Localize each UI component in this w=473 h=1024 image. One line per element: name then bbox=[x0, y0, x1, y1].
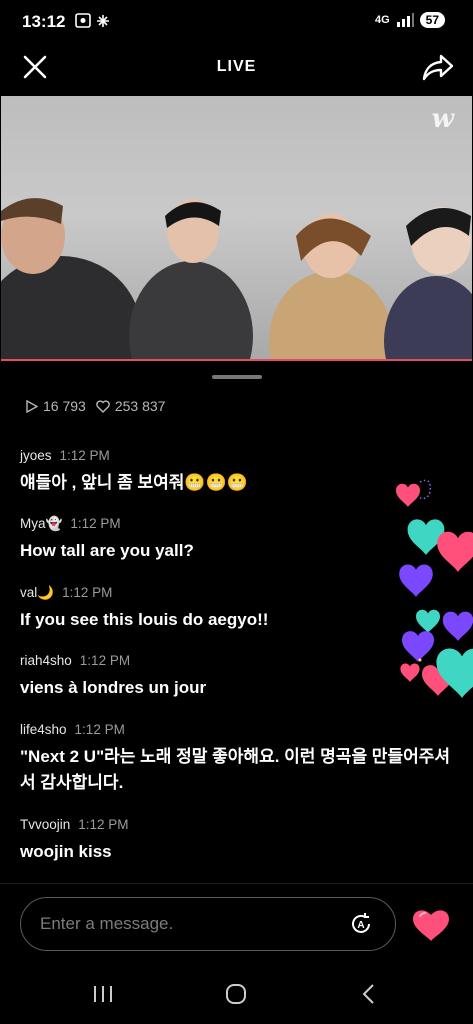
heart-icon bbox=[416, 609, 440, 633]
chat-time: 1:12 PM bbox=[70, 516, 121, 531]
recent-apps-icon[interactable] bbox=[92, 984, 114, 1004]
translate-icon[interactable]: A bbox=[349, 912, 373, 936]
plays-stat: 16 793 bbox=[26, 398, 86, 414]
floating-hearts bbox=[396, 479, 473, 698]
back-icon[interactable] bbox=[360, 983, 376, 1005]
chat-time: 1:12 PM bbox=[74, 722, 125, 737]
send-heart-button[interactable] bbox=[412, 908, 450, 942]
likes-stat: 253 837 bbox=[96, 398, 166, 414]
chat-user[interactable]: Tvvoojin bbox=[20, 817, 70, 832]
chat-user[interactable]: val🌙 bbox=[20, 585, 54, 600]
chat-message: Mya👻 1:12 PM How tall are you yall? bbox=[20, 516, 194, 564]
heart-outline-icon bbox=[96, 399, 110, 413]
chat-time: 1:12 PM bbox=[79, 653, 131, 668]
chat-message: Tvvoojin 1:12 PM woojin kiss bbox=[20, 817, 129, 865]
chat-user[interactable]: jyoes bbox=[20, 448, 52, 463]
message-input[interactable]: Enter a message. A bbox=[20, 897, 396, 951]
stats-row: 16 793 253 837 bbox=[26, 398, 165, 414]
status-time: 13:12 bbox=[22, 12, 66, 31]
chat-user[interactable]: Mya👻 bbox=[20, 516, 62, 531]
chat-text: How tall are you yall? bbox=[20, 541, 194, 560]
chat-time: 1:12 PM bbox=[59, 448, 110, 463]
svg-text:A: A bbox=[357, 920, 364, 931]
heart-icon bbox=[396, 483, 420, 507]
home-icon[interactable] bbox=[225, 983, 247, 1005]
chat-time: 1:12 PM bbox=[78, 817, 129, 832]
chat-message: val🌙 1:12 PM If you see this louis do aeg… bbox=[20, 585, 268, 633]
top-bar: LIVE bbox=[0, 44, 473, 90]
chat-message: jyoes 1:12 PM 얘들아 , 앞니 좀 보여줘😬😬😬 bbox=[20, 448, 248, 496]
heart-icon bbox=[442, 611, 473, 641]
video-frame-people bbox=[1, 198, 472, 359]
screen-record-icon bbox=[75, 13, 109, 28]
network-label: 4G bbox=[374, 14, 390, 26]
status-icons bbox=[75, 12, 113, 34]
signal-icon bbox=[396, 13, 414, 27]
heart-icon bbox=[437, 531, 473, 572]
chat-text: "Next 2 U"라는 노래 정말 좋아해요. 이런 명곡을 만들어주셔서 감… bbox=[20, 747, 451, 792]
message-placeholder: Enter a message. bbox=[40, 914, 174, 933]
system-nav-bar bbox=[0, 968, 473, 1024]
battery-level: 57 bbox=[419, 12, 445, 28]
chat-message: life4sho 1:12 PM "Next 2 U"라는 노래 정말 좋아해요.… bbox=[20, 722, 455, 796]
status-bar: 13:12 4G 57 bbox=[0, 0, 473, 44]
chat-text: If you see this louis do aegyo!! bbox=[20, 610, 269, 629]
chat-time: 1:12 PM bbox=[62, 585, 113, 600]
composer-divider bbox=[0, 883, 473, 884]
heart-icon bbox=[400, 663, 420, 682]
chat-text: woojin kiss bbox=[20, 842, 112, 861]
play-icon bbox=[26, 399, 38, 413]
drag-handle[interactable] bbox=[212, 375, 262, 379]
page-title: LIVE bbox=[216, 58, 257, 75]
chat-text: viens à londres un jour bbox=[20, 678, 207, 697]
live-video[interactable]: w bbox=[1, 96, 472, 359]
chat-message: riah4sho 1:12 PM viens à londres un jour bbox=[20, 653, 206, 701]
heart-icon bbox=[402, 631, 434, 662]
likes-count: 253 837 bbox=[114, 398, 166, 414]
chat-user[interactable]: riah4sho bbox=[20, 653, 72, 668]
chat-text: 얘들아 , 앞니 좀 보여줘😬😬😬 bbox=[20, 473, 248, 492]
chat-user[interactable]: life4sho bbox=[20, 722, 67, 737]
live-progress-line bbox=[1, 359, 472, 361]
heart-icon bbox=[399, 564, 433, 597]
plays-count: 16 793 bbox=[43, 398, 86, 414]
share-icon[interactable] bbox=[421, 52, 455, 82]
status-right: 4G 57 bbox=[375, 12, 445, 28]
